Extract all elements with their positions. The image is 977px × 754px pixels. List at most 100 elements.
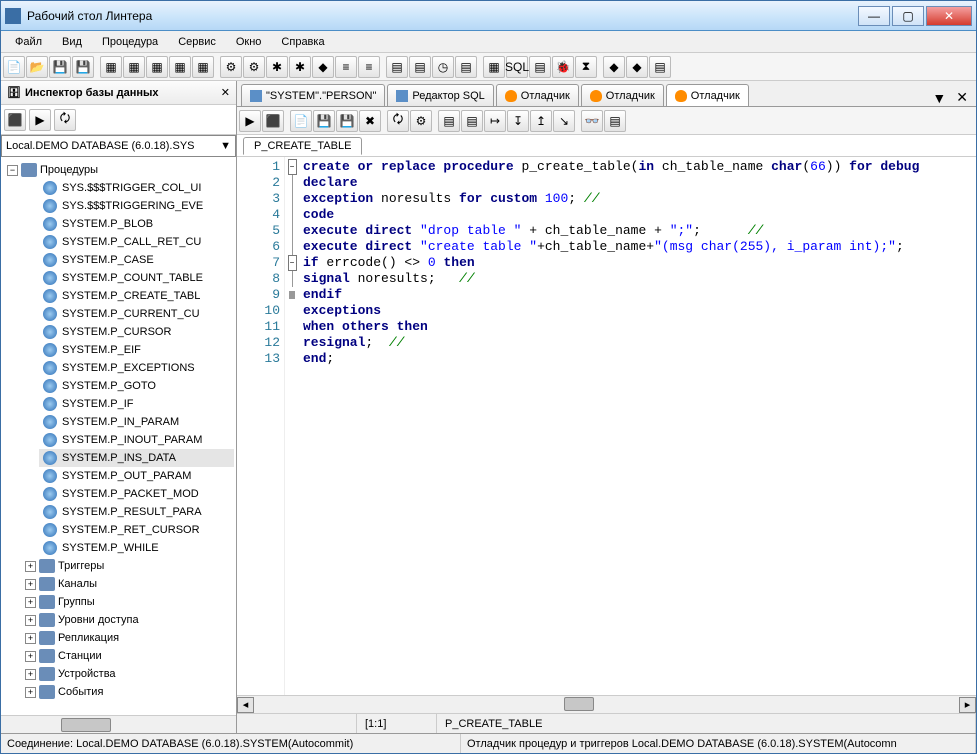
inspector-close[interactable]: ✕: [221, 86, 230, 99]
tab[interactable]: Отладчик: [666, 84, 749, 106]
db-refresh[interactable]: 🗘: [54, 109, 76, 131]
ed-reload[interactable]: 🗘: [387, 110, 409, 132]
tb-timer[interactable]: ⧗: [575, 56, 597, 78]
tree-folder[interactable]: +Триггеры: [21, 557, 234, 575]
tb-g4[interactable]: ▦: [169, 56, 191, 78]
tb-g5[interactable]: ▦: [192, 56, 214, 78]
tree-proc[interactable]: SYSTEM.P_CALL_RET_CU: [39, 233, 234, 251]
close-button[interactable]: ✕: [926, 6, 972, 26]
tb-c1[interactable]: ▦: [483, 56, 505, 78]
tb-d2[interactable]: ◆: [626, 56, 648, 78]
menu-Сервис[interactable]: Сервис: [168, 33, 226, 51]
tree-proc[interactable]: SYSTEM.P_INS_DATA: [39, 449, 234, 467]
code-area[interactable]: create or replace procedure p_create_tab…: [299, 157, 976, 695]
ed-save[interactable]: 💾: [313, 110, 335, 132]
tb-bug[interactable]: 🐞: [552, 56, 574, 78]
ed-saveall[interactable]: 💾: [336, 110, 358, 132]
menu-Справка[interactable]: Справка: [271, 33, 334, 51]
tree-proc[interactable]: SYSTEM.P_OUT_PARAM: [39, 467, 234, 485]
db-selector[interactable]: Local.DEMO DATABASE (6.0.18).SYS ▼: [1, 135, 236, 157]
tab-list-button[interactable]: ▼: [928, 90, 950, 106]
tb-d3[interactable]: ▤: [649, 56, 671, 78]
tb-g1[interactable]: ▦: [100, 56, 122, 78]
fold-column[interactable]: −−: [285, 157, 299, 695]
tb-a2[interactable]: ⚙: [243, 56, 265, 78]
ed-s2[interactable]: ▤: [461, 110, 483, 132]
tree-folder[interactable]: +Группы: [21, 593, 234, 611]
tb-a4[interactable]: ✱: [289, 56, 311, 78]
tree-proc[interactable]: SYSTEM.P_RET_CURSOR: [39, 521, 234, 539]
tree-proc[interactable]: SYSTEM.P_PACKET_MOD: [39, 485, 234, 503]
tb-b3[interactable]: ◷: [432, 56, 454, 78]
tree-folder[interactable]: +Устройства: [21, 665, 234, 683]
ed-new[interactable]: 📄: [290, 110, 312, 132]
tree-folder[interactable]: +Станции: [21, 647, 234, 665]
tree-proc[interactable]: SYSTEM.P_IF: [39, 395, 234, 413]
tab-close-button[interactable]: ✕: [952, 89, 972, 106]
code-editor[interactable]: 12345678910111213 −− create or replace p…: [237, 157, 976, 695]
tree-proc[interactable]: SYSTEM.P_WHILE: [39, 539, 234, 557]
ed-s6[interactable]: ↘: [553, 110, 575, 132]
ed-s5[interactable]: ↥: [530, 110, 552, 132]
menu-Файл[interactable]: Файл: [5, 33, 52, 51]
tree-proc[interactable]: SYSTEM.P_CURSOR: [39, 323, 234, 341]
tree-proc[interactable]: SYSTEM.P_IN_PARAM: [39, 413, 234, 431]
tree-folder[interactable]: +Репликация: [21, 629, 234, 647]
ed-glasses[interactable]: 👓: [581, 110, 603, 132]
menu-Вид[interactable]: Вид: [52, 33, 92, 51]
tree-proc[interactable]: SYS.$$$TRIGGERING_EVE: [39, 197, 234, 215]
ed-remove[interactable]: ✖: [359, 110, 381, 132]
menu-Окно[interactable]: Окно: [226, 33, 272, 51]
tree-proc[interactable]: SYSTEM.P_BLOB: [39, 215, 234, 233]
tree-hscroll[interactable]: [1, 715, 236, 733]
menu-Процедура[interactable]: Процедура: [92, 33, 168, 51]
tb-a1[interactable]: ⚙: [220, 56, 242, 78]
tree-proc[interactable]: SYSTEM.P_GOTO: [39, 377, 234, 395]
tree-proc[interactable]: SYSTEM.P_EIF: [39, 341, 234, 359]
tree-root-procedures[interactable]: −Процедуры: [3, 161, 234, 179]
tb-sql[interactable]: SQL: [506, 56, 528, 78]
tree-proc[interactable]: SYSTEM.P_RESULT_PARA: [39, 503, 234, 521]
tree-proc[interactable]: SYSTEM.P_COUNT_TABLE: [39, 269, 234, 287]
tb-a7[interactable]: ≡: [358, 56, 380, 78]
tree-folder[interactable]: +События: [21, 683, 234, 701]
maximize-button[interactable]: ▢: [892, 6, 924, 26]
ed-compile[interactable]: ⚙: [410, 110, 432, 132]
tb-a5[interactable]: ◆: [312, 56, 334, 78]
tb-g2[interactable]: ▦: [123, 56, 145, 78]
db-stop[interactable]: ⬛: [4, 109, 26, 131]
ed-s3[interactable]: ↦: [484, 110, 506, 132]
ed-s1[interactable]: ▤: [438, 110, 460, 132]
tb-a6[interactable]: ≡: [335, 56, 357, 78]
ed-play[interactable]: ▶: [239, 110, 261, 132]
tree-proc[interactable]: SYSTEM.P_EXCEPTIONS: [39, 359, 234, 377]
tb-d1[interactable]: ◆: [603, 56, 625, 78]
tb-c3[interactable]: ▤: [529, 56, 551, 78]
tb-open[interactable]: 📂: [26, 56, 48, 78]
tree-folder[interactable]: +Уровни доступа: [21, 611, 234, 629]
tab[interactable]: Отладчик: [496, 84, 579, 106]
tb-b4[interactable]: ▤: [455, 56, 477, 78]
tab[interactable]: Редактор SQL: [387, 84, 493, 106]
proc-subtab[interactable]: P_CREATE_TABLE: [243, 137, 362, 155]
tb-g3[interactable]: ▦: [146, 56, 168, 78]
tb-b1[interactable]: ▤: [386, 56, 408, 78]
tree-proc[interactable]: SYSTEM.P_CURRENT_CU: [39, 305, 234, 323]
tree-folder[interactable]: +Каналы: [21, 575, 234, 593]
tree-proc[interactable]: SYS.$$$TRIGGER_COL_UI: [39, 179, 234, 197]
tab[interactable]: "SYSTEM"."PERSON": [241, 84, 385, 106]
tb-b2[interactable]: ▤: [409, 56, 431, 78]
ed-stop[interactable]: ⬛: [262, 110, 284, 132]
tb-save[interactable]: 💾: [49, 56, 71, 78]
ed-s4[interactable]: ↧: [507, 110, 529, 132]
minimize-button[interactable]: —: [858, 6, 890, 26]
editor-hscroll[interactable]: ◂▸: [237, 695, 976, 713]
ed-watch[interactable]: ▤: [604, 110, 626, 132]
db-play[interactable]: ▶: [29, 109, 51, 131]
tb-a3[interactable]: ✱: [266, 56, 288, 78]
db-tree[interactable]: −ПроцедурыSYS.$$$TRIGGER_COL_UISYS.$$$TR…: [1, 157, 236, 715]
tb-new[interactable]: 📄: [3, 56, 25, 78]
tree-proc[interactable]: SYSTEM.P_CASE: [39, 251, 234, 269]
tree-proc[interactable]: SYSTEM.P_CREATE_TABL: [39, 287, 234, 305]
tab[interactable]: Отладчик: [581, 84, 664, 106]
